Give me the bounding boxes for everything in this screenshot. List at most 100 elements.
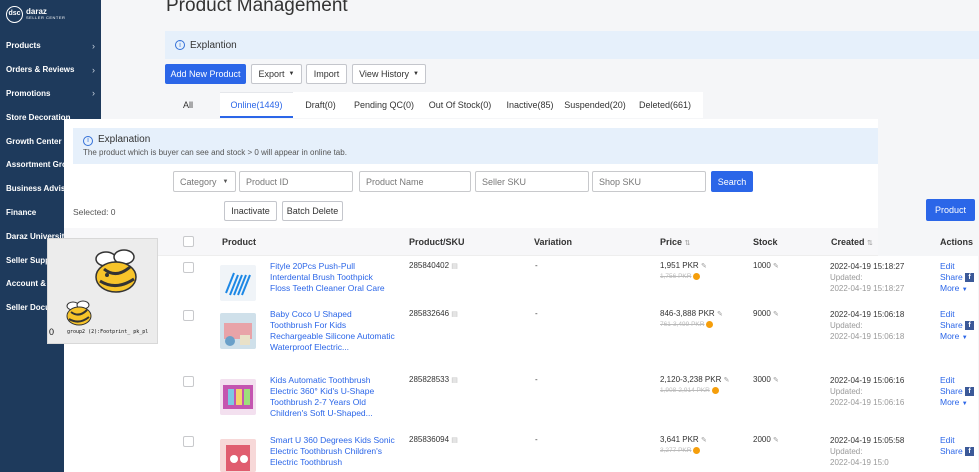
product-name-link[interactable]: Smart U 360 Degrees Kids Sonic Electric …: [270, 435, 395, 468]
price-cell: 846-3,888 PKR ✎ 761-3,499 PKR: [660, 309, 723, 328]
sidebar-item-promotions[interactable]: Promotions ›: [0, 82, 101, 106]
product-sku: 285836094 ▤: [409, 435, 458, 444]
explanation-bar[interactable]: i Explantion: [165, 31, 979, 59]
share-link[interactable]: Share f: [940, 320, 975, 331]
desktop-file-item[interactable]: 0 group2 (2):Footprint_ pk_pl: [47, 294, 167, 342]
edit-pencil-icon[interactable]: ✎: [773, 311, 779, 318]
edit-pencil-icon[interactable]: ✎: [701, 263, 707, 270]
sku-value: 285836094: [409, 435, 450, 444]
created-value: 2022-04-19 15:06:18: [830, 310, 905, 319]
row-checkbox[interactable]: [183, 436, 194, 447]
tab-draft[interactable]: Draft(0): [293, 92, 348, 118]
old-price-value: 1,908-2,914 PKR: [660, 387, 710, 395]
stock-value: 1000: [753, 261, 771, 270]
edit-pencil-icon[interactable]: ✎: [773, 437, 779, 444]
search-button[interactable]: Search: [711, 171, 753, 192]
row-checkbox[interactable]: [183, 376, 194, 387]
view-history-button[interactable]: View History ▼: [352, 64, 426, 84]
add-new-product-button[interactable]: Add New Product: [165, 64, 246, 84]
sidebar-item-label: Seller Supp: [6, 255, 51, 265]
sku-value: 285840402: [409, 261, 450, 270]
product-thumbnail[interactable]: [220, 313, 256, 349]
variation-value: -: [535, 375, 538, 384]
copy-icon[interactable]: ▤: [451, 437, 458, 444]
sidebar-item-label: Store Decoration: [6, 112, 71, 122]
sidebar-item-orders-reviews[interactable]: Orders & Reviews ›: [0, 58, 101, 82]
sidebar-item-label: Promotions: [6, 88, 51, 98]
edit-pencil-icon[interactable]: ✎: [773, 263, 779, 270]
share-link[interactable]: Share f: [940, 386, 975, 397]
info-icon: i: [83, 135, 93, 146]
old-price: 1,908-2,914 PKR: [660, 387, 729, 394]
col-product: Product: [222, 237, 257, 247]
edit-link[interactable]: Edit: [940, 309, 974, 320]
batch-delete-button[interactable]: Batch Delete: [282, 201, 343, 221]
export-label: Export: [258, 69, 285, 79]
copy-icon[interactable]: ▤: [451, 377, 458, 384]
share-link[interactable]: Share f: [940, 272, 975, 283]
shop-sku-input[interactable]: Shop SKU: [592, 171, 706, 192]
sidebar-item-products[interactable]: Products ›: [0, 34, 101, 58]
facebook-icon[interactable]: f: [965, 321, 975, 331]
select-all-checkbox[interactable]: [183, 236, 194, 247]
promo-badge-icon: [711, 387, 719, 394]
edit-pencil-icon[interactable]: ✎: [701, 437, 707, 444]
facebook-icon[interactable]: f: [965, 447, 975, 457]
logo-text: daraz SELLER CENTER: [26, 7, 65, 21]
share-link[interactable]: Share f: [940, 446, 975, 457]
more-dropdown[interactable]: More ▼: [940, 397, 974, 410]
more-dropdown[interactable]: More ▼: [940, 283, 974, 296]
product-name-input[interactable]: Product Name: [359, 171, 471, 192]
tab-pending-qc[interactable]: Pending QC(0): [348, 92, 420, 118]
created-value: 2022-04-19 15:18:27: [830, 262, 905, 271]
tab-all[interactable]: All: [165, 92, 211, 118]
table-row: Baby Coco U Shaped Toothbrush For Kids R…: [164, 304, 978, 372]
product-thumbnail[interactable]: [220, 265, 256, 301]
updated-label: Updated:: [830, 387, 863, 396]
seller-sku-input[interactable]: Seller SKU: [475, 171, 589, 192]
product-id-input[interactable]: Product ID: [239, 171, 353, 192]
stock-cell: 1000 ✎: [753, 261, 779, 270]
edit-link[interactable]: Edit: [940, 435, 974, 446]
updated-label: Updated:: [830, 273, 863, 282]
import-button[interactable]: Import: [306, 64, 347, 84]
copy-icon[interactable]: ▤: [451, 263, 458, 270]
edit-link[interactable]: Edit: [940, 375, 974, 386]
inactivate-button[interactable]: Inactivate: [224, 201, 277, 221]
product-name-link[interactable]: Fityle 20Pcs Push-Pull Interdental Brush…: [270, 261, 395, 294]
daraz-logo[interactable]: dsc daraz SELLER CENTER: [6, 6, 65, 23]
tab-online[interactable]: Online(1449): [220, 92, 293, 118]
product-name-link[interactable]: Baby Coco U Shaped Toothbrush For Kids R…: [270, 309, 395, 353]
facebook-icon[interactable]: f: [965, 273, 975, 283]
tab-out-of-stock[interactable]: Out Of Stock(0): [420, 92, 500, 118]
row-checkbox[interactable]: [183, 310, 194, 321]
category-select[interactable]: Category ▼: [173, 171, 236, 192]
export-button[interactable]: Export ▼: [251, 64, 302, 84]
product-name-link[interactable]: Kids Automatic Toothbrush Electric 360° …: [270, 375, 395, 419]
more-dropdown[interactable]: More ▼: [940, 331, 974, 344]
sku-value: 285828533: [409, 375, 450, 384]
old-price-value: 3,277 PKR: [660, 447, 692, 455]
bee-icon: [90, 249, 142, 300]
table-row: Kids Automatic Toothbrush Electric 360° …: [164, 370, 978, 438]
product-sku: 285832646 ▤: [409, 309, 458, 318]
tab-inactive[interactable]: Inactive(85): [500, 92, 560, 118]
row-checkbox[interactable]: [183, 262, 194, 273]
facebook-icon[interactable]: f: [965, 387, 975, 397]
col-sku: Product/SKU: [409, 237, 465, 247]
edit-pencil-icon[interactable]: ✎: [717, 311, 723, 318]
tab-deleted[interactable]: Deleted(661): [630, 92, 700, 118]
created-cell: 2022-04-19 15:06:18 Updated: 2022-04-19 15…: [830, 309, 904, 342]
product-thumbnail[interactable]: [220, 379, 256, 415]
actions-cell: Edit Share f More ▼: [940, 261, 975, 296]
edit-pencil-icon[interactable]: ✎: [773, 377, 779, 384]
tab-suspended[interactable]: Suspended(20): [560, 92, 630, 118]
product-action-button[interactable]: Product: [926, 199, 975, 221]
copy-icon[interactable]: ▤: [451, 311, 458, 318]
col-variation: Variation: [534, 237, 573, 247]
edit-pencil-icon[interactable]: ✎: [724, 377, 730, 384]
col-created[interactable]: Created ⇅: [831, 237, 873, 247]
col-price[interactable]: Price ⇅: [660, 237, 690, 247]
edit-link[interactable]: Edit: [940, 261, 974, 272]
product-thumbnail[interactable]: [220, 439, 256, 472]
